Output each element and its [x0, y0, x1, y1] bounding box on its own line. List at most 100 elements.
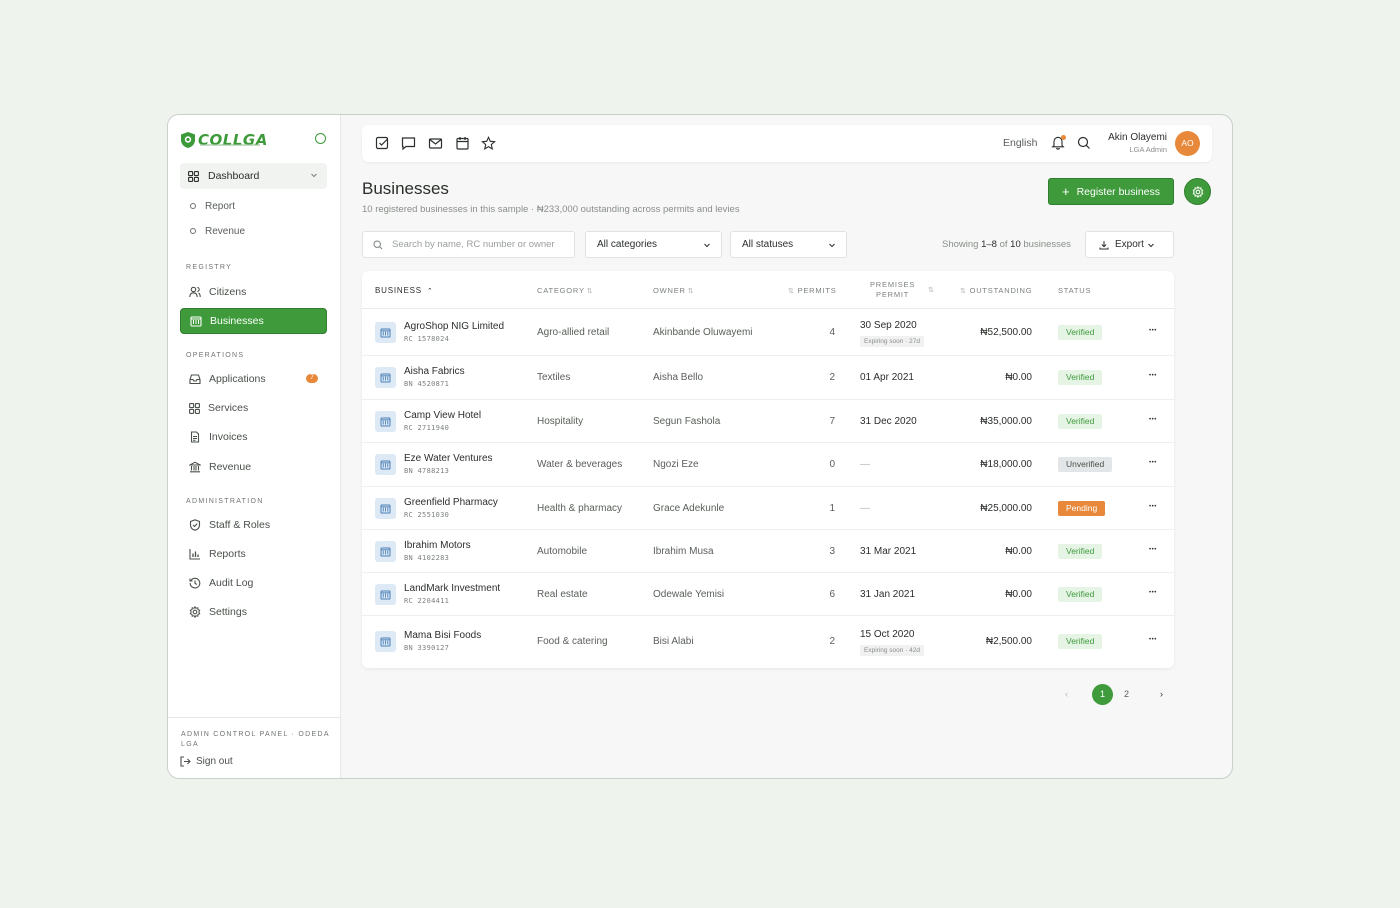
more-actions-icon[interactable]: •••	[1149, 636, 1157, 644]
sidebar-subitem-revenue[interactable]: Revenue	[190, 224, 245, 238]
sidebar-item-businesses[interactable]: Businesses	[180, 308, 327, 334]
category-cell: Food & catering	[537, 636, 608, 647]
export-button[interactable]: Export	[1085, 231, 1174, 258]
sidebar-item-audit-log[interactable]: Audit Log	[180, 570, 327, 596]
search-icon[interactable]	[1077, 136, 1091, 150]
page-subtitle: 10 registered businesses in this sample …	[362, 204, 740, 215]
owner-cell: Aisha Bello	[653, 372, 704, 383]
results-count-prefix: Showing	[942, 239, 979, 250]
sidebar-item-services[interactable]: Services	[180, 395, 327, 421]
gear-icon	[189, 606, 201, 618]
calendar-icon[interactable]	[455, 136, 470, 151]
table-row[interactable]: Greenfield Pharmacy RC 2551030 Health & …	[362, 487, 1174, 530]
sidebar-item-staff-roles[interactable]: Staff & Roles	[180, 512, 327, 538]
sidebar-subitem-report[interactable]: Report	[190, 199, 235, 213]
sidebar-subitem-label: Report	[205, 200, 236, 212]
history-icon	[189, 577, 201, 589]
search-input[interactable]	[392, 239, 564, 250]
more-actions-icon[interactable]: •••	[1149, 503, 1157, 511]
table-row[interactable]: Ibrahim Motors BN 4102283 Automobile Ibr…	[362, 530, 1174, 573]
permits-cell: 6	[829, 588, 835, 600]
column-header-category[interactable]: CATEGORY ⇅	[537, 286, 593, 295]
business-name[interactable]: Ibrahim Motors	[404, 540, 471, 551]
sidebar-item-label: Applications	[209, 373, 266, 385]
document-icon	[190, 431, 200, 443]
sidebar-item-settings[interactable]: Settings	[180, 599, 327, 625]
premises-permit-cell: 01 Apr 2021	[860, 372, 914, 383]
user-name[interactable]: Akin Olayemi	[1108, 132, 1167, 143]
results-count-of: of	[999, 239, 1008, 250]
business-name[interactable]: LandMark Investment	[404, 583, 500, 594]
collapse-sidebar-button[interactable]	[315, 133, 326, 144]
sidebar-item-revenue[interactable]: Revenue	[180, 454, 327, 480]
outstanding-cell: ₦52,500.00	[980, 326, 1032, 338]
more-actions-icon[interactable]: •••	[1149, 589, 1157, 597]
register-business-label: Register business	[1076, 185, 1161, 198]
sort-icon: ⇅	[687, 288, 695, 295]
category-select[interactable]: All categories	[585, 231, 722, 258]
sidebar-item-citizens[interactable]: Citizens	[180, 279, 327, 305]
table-row[interactable]: Eze Water Ventures BN 4788213 Water & be…	[362, 443, 1174, 487]
logo[interactable]: COLLGA	[180, 127, 328, 153]
more-actions-icon[interactable]: •••	[1149, 459, 1157, 467]
category-cell: Health & pharmacy	[537, 502, 623, 514]
more-actions-icon[interactable]: •••	[1149, 416, 1157, 424]
avatar[interactable]: AO	[1175, 131, 1200, 156]
business-name[interactable]: Aisha Fabrics	[404, 366, 465, 377]
column-header-permits[interactable]: ⇅ PERMITS	[786, 286, 837, 295]
table-row[interactable]: Camp View Hotel RC 2711940 Hospitality S…	[362, 400, 1174, 443]
column-header-outstanding[interactable]: ⇅ OUTSTANDING	[958, 286, 1032, 295]
mail-icon[interactable]	[428, 136, 443, 151]
pagination-prev[interactable]: ‹	[1056, 684, 1077, 705]
outstanding-cell: ₦35,000.00	[980, 415, 1032, 427]
search-field[interactable]	[362, 231, 575, 258]
building-icon	[375, 454, 396, 475]
building-icon	[375, 367, 396, 388]
language-selector[interactable]: English	[1003, 137, 1037, 149]
table-row[interactable]: AgroShop NIG Limited RC 1578024 Agro-all…	[362, 309, 1174, 356]
column-header-owner[interactable]: OWNER ⇅	[653, 286, 694, 295]
column-header-label: OWNER	[653, 286, 686, 295]
pagination-page-2[interactable]: 2	[1116, 684, 1137, 705]
column-header-premises-permit[interactable]: PREMISES PERMIT	[870, 280, 915, 300]
pagination-next[interactable]: ›	[1151, 684, 1172, 705]
column-header-business[interactable]: BUSINESS ⌃	[375, 286, 434, 295]
sidebar-item-dashboard[interactable]: Dashboard	[180, 163, 327, 189]
checkbox-icon[interactable]	[375, 136, 390, 151]
more-actions-icon[interactable]: •••	[1149, 546, 1157, 554]
business-name[interactable]: Mama Bisi Foods	[404, 630, 481, 641]
business-name[interactable]: Greenfield Pharmacy	[404, 497, 498, 508]
column-header-label: PREMISES	[870, 280, 916, 289]
building-icon	[375, 321, 396, 343]
more-actions-icon[interactable]: •••	[1149, 327, 1157, 335]
pagination-page-1[interactable]: 1	[1092, 684, 1113, 705]
category-cell: Hospitality	[537, 415, 584, 427]
settings-button[interactable]	[1184, 178, 1211, 205]
building-icon	[375, 631, 396, 652]
sidebar-item-label: Services	[208, 402, 249, 414]
table-row[interactable]: LandMark Investment RC 2204411 Real esta…	[362, 573, 1174, 616]
sign-out-button[interactable]: Sign out	[180, 756, 233, 767]
grid-icon	[189, 402, 200, 414]
premises-permit-cell: —	[860, 502, 870, 514]
results-count-range: 1–8	[981, 239, 997, 250]
sidebar-footer: ADMIN CONTROL PANEL · ODEDA LGA Sign out	[168, 717, 341, 778]
status-select[interactable]: All statuses	[730, 231, 847, 258]
chat-icon[interactable]	[401, 136, 416, 151]
registration-number: RC 2551030	[404, 510, 450, 519]
sidebar-item-invoices[interactable]: Invoices	[180, 424, 327, 450]
business-name[interactable]: Eze Water Ventures	[404, 453, 493, 464]
register-business-button[interactable]: + Register business	[1048, 178, 1174, 205]
table-row[interactable]: Aisha Fabrics BN 4520871 Textiles Aisha …	[362, 356, 1174, 400]
sidebar-item-reports[interactable]: Reports	[180, 541, 327, 567]
table-row[interactable]: Mama Bisi Foods BN 3390127 Food & cateri…	[362, 616, 1174, 668]
business-name[interactable]: Camp View Hotel	[404, 410, 481, 421]
business-name[interactable]: AgroShop NIG Limited	[404, 321, 504, 332]
inbox-icon	[189, 374, 201, 385]
sort-icon[interactable]: ⇅	[928, 286, 935, 294]
status-badge: Verified	[1058, 634, 1103, 649]
sidebar-item-applications[interactable]: Applications 7	[180, 366, 327, 392]
more-actions-icon[interactable]: •••	[1149, 372, 1157, 380]
permits-cell: 2	[829, 372, 835, 383]
star-icon[interactable]	[481, 136, 496, 151]
